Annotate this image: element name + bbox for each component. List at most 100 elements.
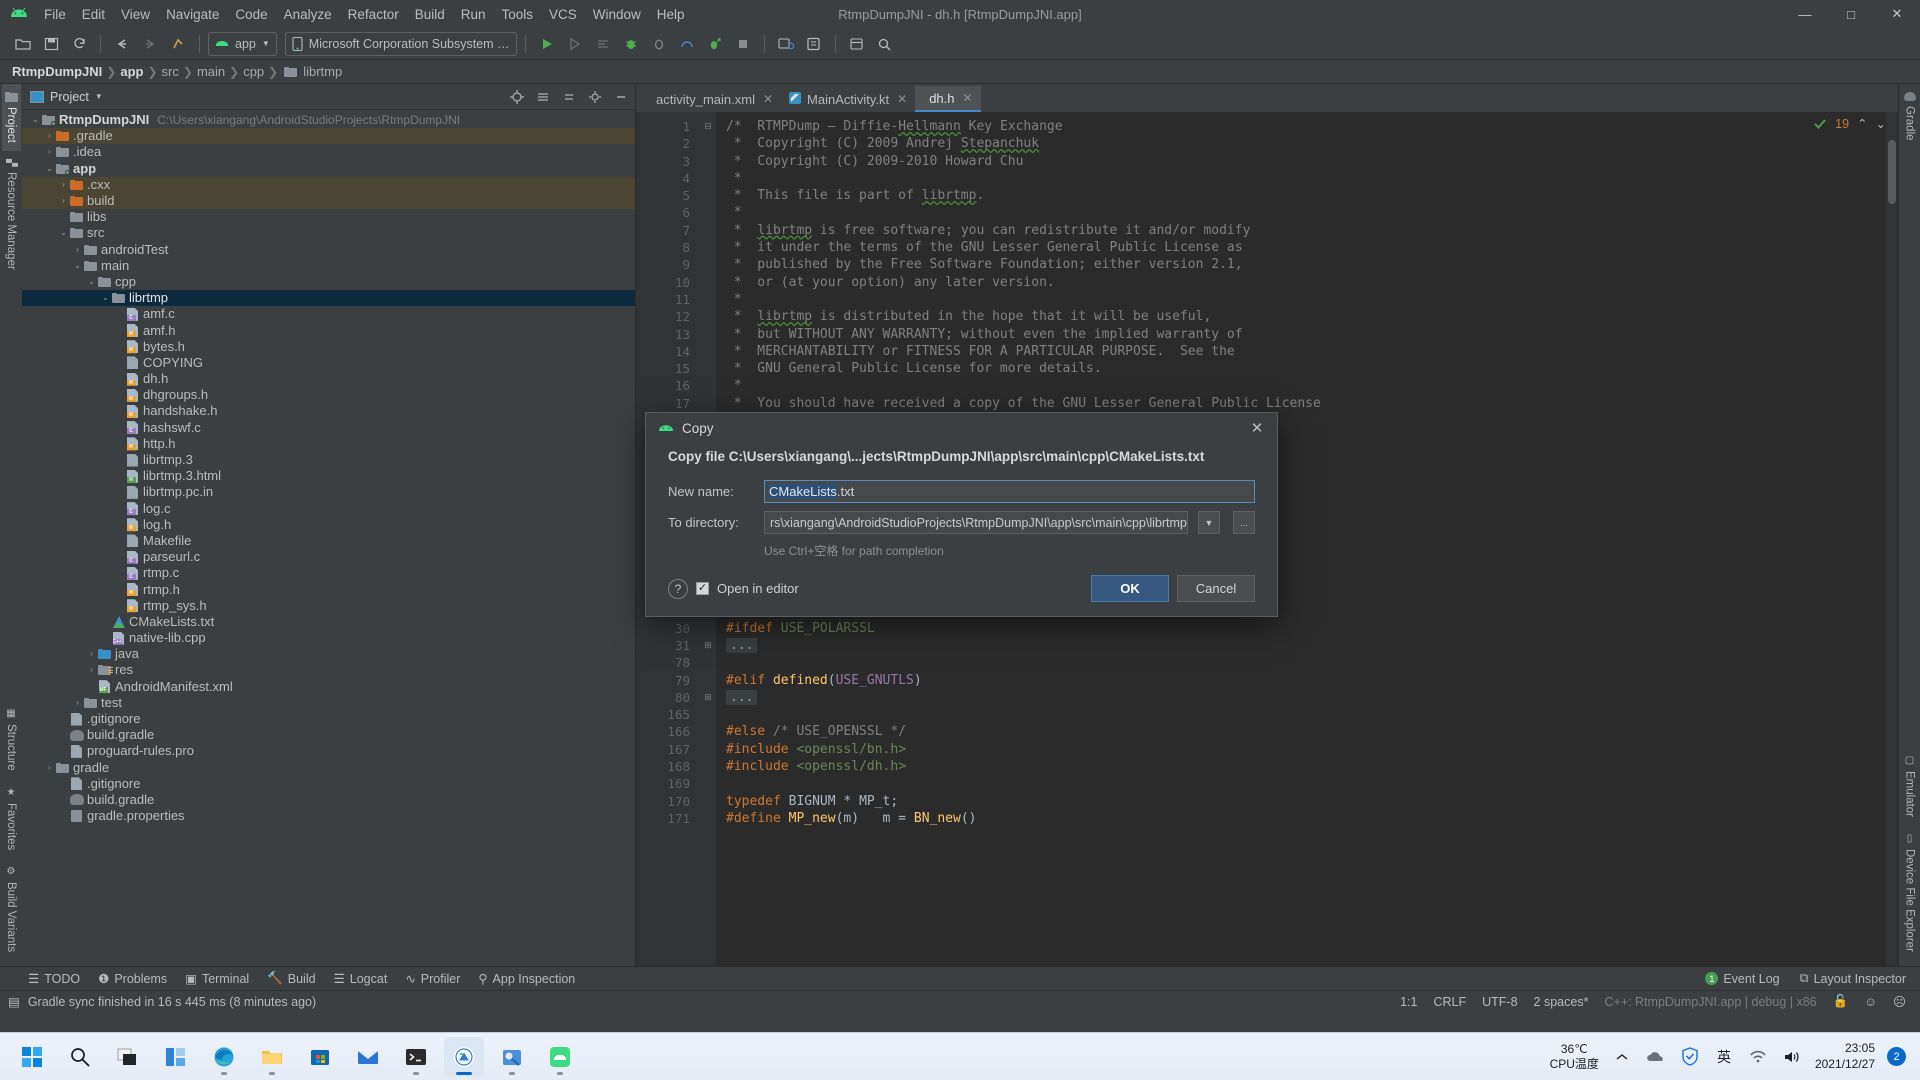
- tree-node-bytes-h[interactable]: Hbytes.h: [22, 339, 635, 355]
- tree-expand-arrow[interactable]: ›: [72, 242, 83, 258]
- menu-item-file[interactable]: File: [36, 4, 74, 25]
- task-view-icon[interactable]: [108, 1037, 148, 1077]
- collapse-all-icon[interactable]: [559, 87, 579, 107]
- winrar-icon[interactable]: [492, 1037, 532, 1077]
- wifi-icon[interactable]: [1747, 1046, 1769, 1068]
- tree-expand-arrow[interactable]: ›: [44, 760, 55, 776]
- tree-expand-arrow[interactable]: ⌄: [44, 161, 55, 177]
- tree-node-androidtest[interactable]: › androidTest: [22, 242, 635, 258]
- menu-item-view[interactable]: View: [113, 4, 158, 25]
- project-tree[interactable]: ⌄ RtmpDumpJNI C:\Users\xiangang\AndroidStu…: [22, 110, 635, 966]
- menu-item-edit[interactable]: Edit: [74, 4, 113, 25]
- tool-button-terminal[interactable]: ▣ Terminal: [185, 971, 249, 987]
- new-name-input[interactable]: CMakeLists .txt: [764, 480, 1255, 503]
- sdk-manager-icon[interactable]: [801, 32, 827, 56]
- caret-position[interactable]: 1:1: [1400, 995, 1417, 1009]
- security-shield-icon[interactable]: [1679, 1046, 1701, 1068]
- last-edit-location-icon[interactable]: [165, 32, 191, 56]
- tree-expand-arrow[interactable]: ›: [58, 193, 69, 209]
- tool-button-todo[interactable]: ☰ TODO: [28, 971, 80, 987]
- breadcrumb-item-librtmp[interactable]: librtmp: [303, 64, 342, 79]
- line-separator[interactable]: CRLF: [1433, 995, 1466, 1009]
- status-message[interactable]: Gradle sync finished in 16 s 445 ms (8 m…: [28, 995, 316, 1009]
- indent-setting[interactable]: 2 spaces*: [1534, 995, 1589, 1009]
- module-selector[interactable]: app ▼: [208, 31, 277, 56]
- tree-node-rtmp-sys-h[interactable]: Hrtmp_sys.h: [22, 598, 635, 614]
- ok-button[interactable]: OK: [1091, 575, 1169, 602]
- tool-button-build-variants[interactable]: ⚙ Build Variants: [2, 858, 20, 960]
- breadcrumb-item-app[interactable]: app: [120, 64, 143, 79]
- tree-expand-arrow[interactable]: ›: [86, 646, 97, 662]
- tree-expand-arrow[interactable]: ⌄: [100, 290, 111, 306]
- android-studio-icon[interactable]: [444, 1036, 484, 1077]
- tree-expand-arrow[interactable]: ›: [72, 695, 83, 711]
- tool-button-project[interactable]: Project: [1, 84, 21, 151]
- file-explorer-icon[interactable]: [252, 1037, 292, 1077]
- tree-expand-arrow[interactable]: ›: [44, 128, 55, 144]
- cpu-temperature-widget[interactable]: 36℃ CPU温度: [1550, 1042, 1599, 1072]
- hide-panel-icon[interactable]: [611, 87, 631, 107]
- menu-item-refactor[interactable]: Refactor: [340, 4, 407, 25]
- prev-highlight-icon[interactable]: ⌃: [1857, 116, 1867, 131]
- show-hidden-icons-chevron-icon[interactable]: [1611, 1046, 1633, 1068]
- next-highlight-icon[interactable]: ⌄: [1876, 116, 1886, 131]
- tree-node-src[interactable]: ⌄ src: [22, 225, 635, 241]
- breadcrumb-item-cpp[interactable]: cpp: [243, 64, 264, 79]
- close-tab-icon[interactable]: ✕: [897, 92, 907, 106]
- ime-indicator[interactable]: 英: [1713, 1046, 1735, 1068]
- tree-node-build-gradle[interactable]: build.gradle: [22, 792, 635, 808]
- tree-expand-arrow[interactable]: ›: [44, 144, 55, 160]
- tool-button-logcat[interactable]: ☰ Logcat: [334, 971, 388, 987]
- fold-marker-plus[interactable]: ⊞: [700, 637, 716, 654]
- menu-item-vcs[interactable]: VCS: [541, 4, 585, 25]
- menu-item-help[interactable]: Help: [649, 4, 693, 25]
- tree-node-androidmanifest-xml[interactable]: MF AndroidManifest.xml: [22, 679, 635, 695]
- forward-arrow-icon[interactable]: [137, 32, 163, 56]
- search-everywhere-icon[interactable]: [872, 32, 898, 56]
- tree-node-http-h[interactable]: Hhttp.h: [22, 436, 635, 452]
- locate-file-icon[interactable]: [507, 87, 527, 107]
- tool-button-profiler[interactable]: ∿ Profiler: [405, 971, 460, 987]
- close-tab-icon[interactable]: ✕: [763, 92, 773, 106]
- build-target[interactable]: C++: RtmpDumpJNI.app | debug | x86: [1604, 995, 1816, 1009]
- sad-face-icon[interactable]: ☹: [1893, 994, 1906, 1009]
- tree-node-native-lib-cpp[interactable]: C++ native-lib.cpp: [22, 630, 635, 646]
- mail-icon[interactable]: [348, 1037, 388, 1077]
- tree-node-rtmp-h[interactable]: Hrtmp.h: [22, 581, 635, 597]
- tree-node-java[interactable]: › java: [22, 646, 635, 662]
- search-icon[interactable]: [60, 1037, 100, 1077]
- maximize-button[interactable]: □: [1828, 0, 1874, 28]
- tree-node-main[interactable]: ⌄ main: [22, 258, 635, 274]
- clock-widget[interactable]: 23:05 2021/12/27: [1815, 1041, 1875, 1072]
- tree-node-parseurl-c[interactable]: Cparseurl.c: [22, 549, 635, 565]
- tree-node-handshake-h[interactable]: Hhandshake.h: [22, 403, 635, 419]
- lock-icon[interactable]: 🔓: [1833, 994, 1849, 1009]
- editor-scrollbar[interactable]: [1886, 112, 1898, 966]
- tree-node-libs[interactable]: libs: [22, 209, 635, 225]
- tool-button-resource-manager[interactable]: ▞ Resource Manager: [2, 151, 20, 278]
- tree-node-gradle-properties[interactable]: gradle.properties: [22, 808, 635, 824]
- tree-node--gradle[interactable]: › .gradle: [22, 128, 635, 145]
- close-button[interactable]: ✕: [1874, 0, 1920, 28]
- inspection-widget[interactable]: 19 ⌃ ⌄: [1813, 116, 1886, 131]
- tool-button-structure[interactable]: ▦ Structure: [2, 700, 20, 779]
- tree-node--gitignore[interactable]: .gitignore: [22, 711, 635, 727]
- attach-debugger-icon[interactable]: [646, 32, 672, 56]
- editor-tab-dh-h[interactable]: Hdh.h ✕: [915, 86, 981, 112]
- tree-node-amf-c[interactable]: Camf.c: [22, 306, 635, 322]
- tree-node-librtmp[interactable]: ⌄ librtmp: [22, 290, 635, 307]
- tree-node-cmakelists-txt[interactable]: CMakeLists.txt: [22, 614, 635, 630]
- editor-tab-activity-main-xml[interactable]: <> activity_main.xml ✕: [642, 86, 781, 112]
- device-selector[interactable]: Microsoft Corporation Subsystem …: [284, 31, 517, 56]
- event-log-button[interactable]: 1 Event Log: [1705, 972, 1780, 986]
- minimize-button[interactable]: —: [1782, 0, 1828, 28]
- widgets-icon[interactable]: [156, 1037, 196, 1077]
- tree-node-rtmp-c[interactable]: Crtmp.c: [22, 565, 635, 581]
- tree-node-librtmp-3-html[interactable]: Hlibrtmp.3.html: [22, 468, 635, 484]
- stop-icon[interactable]: [730, 32, 756, 56]
- layout-inspector-button[interactable]: ⧉ Layout Inspector: [1800, 971, 1906, 986]
- tree-node-log-c[interactable]: Clog.c: [22, 501, 635, 517]
- tool-button-device-file-explorer[interactable]: ▯ Device File Explorer: [1901, 825, 1919, 960]
- tree-node-res[interactable]: › res: [22, 662, 635, 678]
- scrollbar-thumb[interactable]: [1888, 140, 1896, 204]
